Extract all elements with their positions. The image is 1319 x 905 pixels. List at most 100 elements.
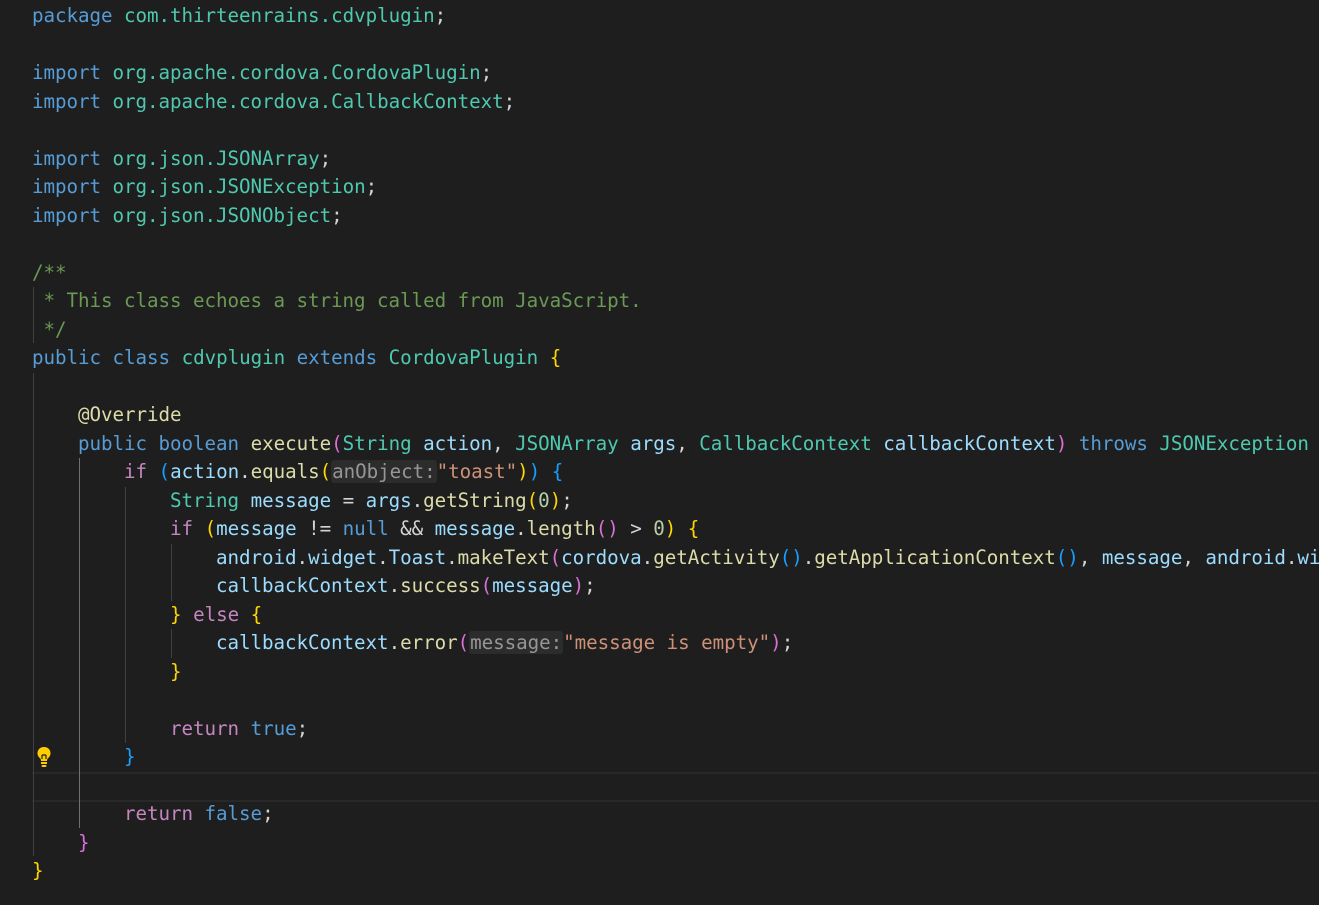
code-line-content: import org.json.JSONObject;	[32, 202, 343, 231]
code-token: action	[170, 460, 240, 483]
code-line-content: import org.apache.cordova.CallbackContex…	[32, 88, 515, 117]
code-line-content: public boolean execute(String action, JS…	[32, 430, 1309, 459]
code-token: {	[687, 517, 700, 540]
code-token: @Override	[78, 403, 182, 426]
code-line[interactable]: import org.apache.cordova.CallbackContex…	[0, 88, 1319, 117]
code-token: return	[124, 802, 194, 825]
code-token: false	[204, 802, 263, 825]
code-token: )	[572, 574, 585, 597]
code-line[interactable]: }	[0, 857, 1319, 886]
code-line[interactable]: }	[0, 658, 1319, 687]
code-token: true	[250, 716, 297, 740]
code-token: execute	[250, 431, 332, 455]
code-token: .	[1285, 545, 1298, 569]
code-line[interactable]: import org.json.JSONObject;	[0, 202, 1319, 231]
code-token: CordovaPlugin	[388, 346, 539, 369]
code-line[interactable]	[0, 116, 1319, 145]
code-line-content: import org.apache.cordova.CordovaPlugin;	[32, 59, 492, 88]
lightbulb-icon[interactable]	[36, 746, 52, 768]
code-token: }	[32, 859, 44, 882]
code-line[interactable]	[0, 772, 1319, 801]
code-token: null	[342, 517, 389, 540]
code-token: package	[32, 4, 113, 27]
code-line-content: public class cdvplugin extends CordovaPl…	[32, 344, 561, 373]
code-line-content: android.widget.Toast.makeText(cordova.ge…	[32, 544, 1319, 573]
code-token: args	[365, 488, 412, 512]
code-token: 0	[538, 488, 550, 512]
code-line[interactable]	[0, 31, 1319, 60]
code-token: android	[1205, 545, 1286, 569]
code-token: else	[193, 602, 240, 626]
code-token: }	[124, 745, 136, 768]
code-token: {	[250, 602, 263, 626]
code-token: callbackContext	[883, 431, 1056, 455]
code-line[interactable]: } else {	[0, 601, 1319, 630]
code-editor[interactable]: package com.thirteenrains.cdvplugin; impo…	[0, 0, 1319, 905]
code-line[interactable]	[0, 686, 1319, 715]
code-token: }	[170, 602, 182, 626]
code-line[interactable]: }	[0, 829, 1319, 858]
code-line[interactable]: @Override	[0, 401, 1319, 430]
code-token: (	[331, 431, 343, 455]
code-token: (	[480, 574, 493, 597]
code-token: JSONException	[1159, 431, 1309, 455]
code-line[interactable]: if (action.equals(anObject:"toast")) {	[0, 458, 1319, 487]
code-token: org.apache.cordova.CallbackContext	[112, 89, 504, 113]
code-token: import	[32, 203, 102, 227]
code-line[interactable]: public class cdvplugin extends CordovaPl…	[0, 344, 1319, 373]
code-line[interactable]: package com.thirteenrains.cdvplugin;	[0, 2, 1319, 31]
code-token: .	[239, 460, 251, 483]
code-line[interactable]: import org.json.JSONException;	[0, 173, 1319, 202]
code-line[interactable]	[0, 230, 1319, 259]
code-token: ;	[319, 146, 332, 170]
code-line[interactable]: import org.json.JSONArray;	[0, 145, 1319, 174]
code-token: ;	[434, 4, 447, 27]
code-token: ()	[595, 517, 619, 540]
code-line[interactable]: public boolean execute(String action, JS…	[0, 430, 1319, 459]
code-line[interactable]: * This class echoes a string called from…	[0, 287, 1319, 316]
code-token: )	[1055, 431, 1068, 455]
code-token: !=	[296, 517, 343, 540]
code-token: ()	[1055, 545, 1079, 569]
code-token: JSONArray	[515, 431, 619, 455]
code-token: (	[457, 631, 470, 654]
code-token: success	[400, 574, 481, 597]
code-line[interactable]: return false;	[0, 800, 1319, 829]
code-token: */	[32, 317, 67, 341]
code-token: (	[319, 460, 332, 483]
code-line[interactable]: callbackContext.error(message:"message i…	[0, 629, 1319, 658]
code-line[interactable]: String message = args.getString(0);	[0, 487, 1319, 516]
inlay-hint: anObject:	[331, 460, 437, 483]
code-token: "toast"	[436, 460, 518, 483]
code-line[interactable]: }	[0, 743, 1319, 772]
code-token: ;	[503, 89, 516, 113]
code-token: ;	[781, 631, 794, 654]
code-token: .	[802, 545, 815, 569]
code-line[interactable]: return true;	[0, 715, 1319, 744]
code-token: ;	[262, 802, 274, 825]
code-token: action	[423, 431, 493, 455]
code-token: import	[32, 89, 102, 113]
code-line[interactable]: /**	[0, 259, 1319, 288]
code-token: length	[526, 517, 596, 540]
code-line[interactable]: android.widget.Toast.makeText(cordova.ge…	[0, 544, 1319, 573]
code-line[interactable]: if (message != null && message.length() …	[0, 515, 1319, 544]
code-token: ()	[779, 545, 803, 569]
code-line[interactable]: import org.apache.cordova.CordovaPlugin;	[0, 59, 1319, 88]
code-line[interactable]: callbackContext.success(message);	[0, 572, 1319, 601]
code-line[interactable]: */	[0, 316, 1319, 345]
code-token: ;	[561, 488, 573, 512]
code-line[interactable]	[0, 373, 1319, 402]
